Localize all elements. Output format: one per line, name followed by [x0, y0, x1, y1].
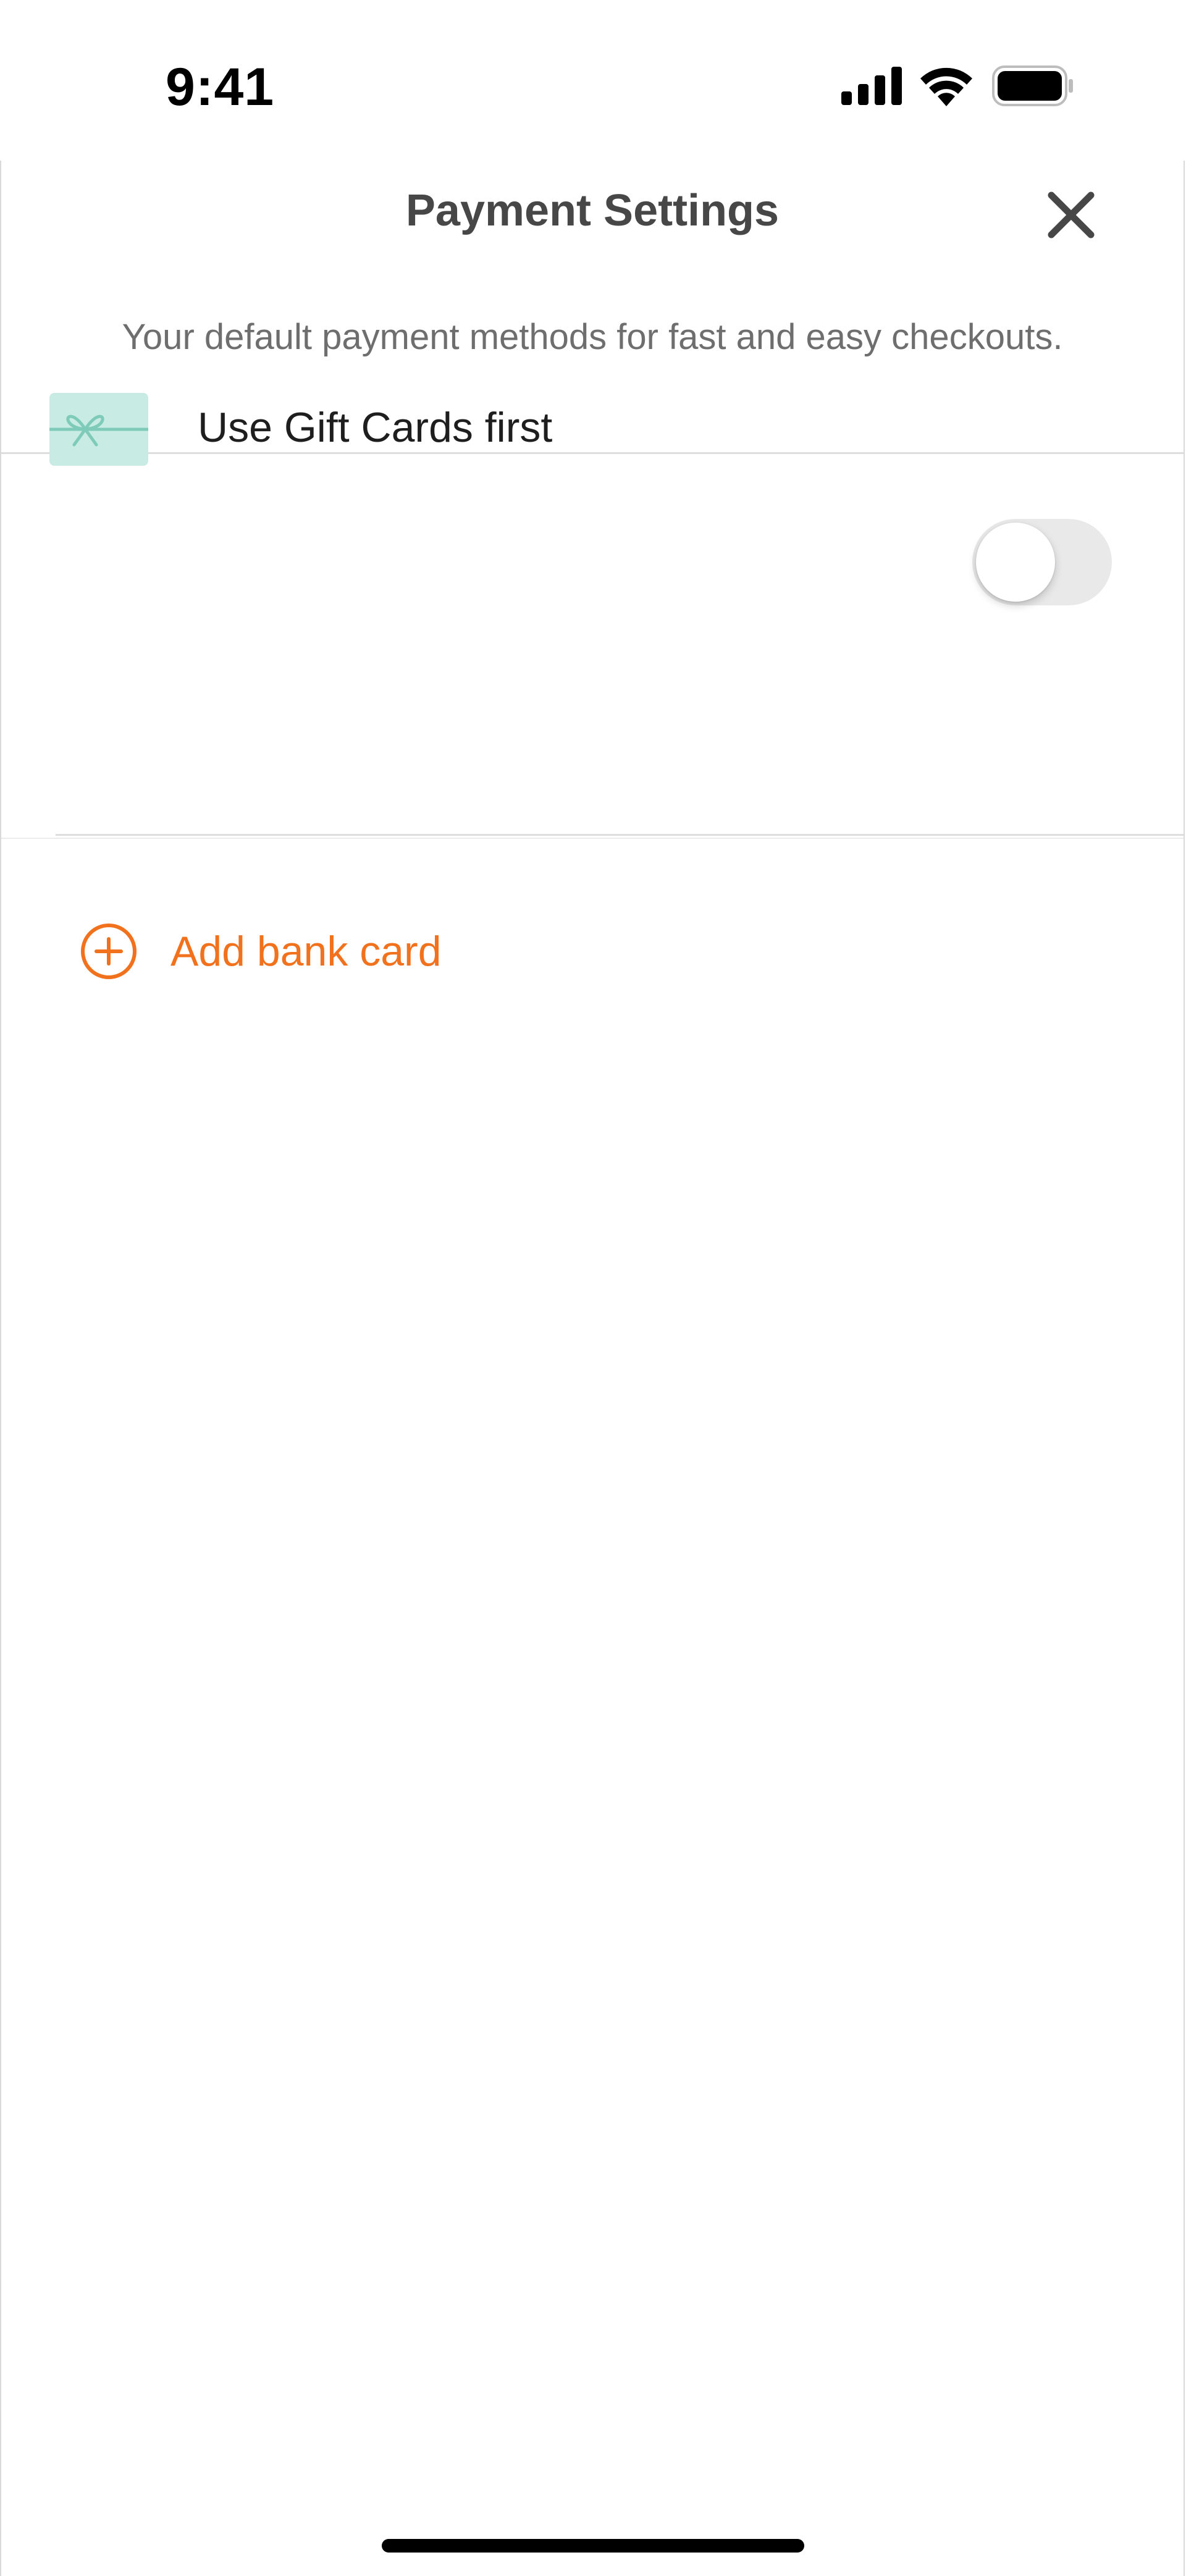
toggle-knob: [976, 523, 1055, 602]
add-bank-card-button[interactable]: Add bank card: [79, 920, 442, 982]
payment-settings-screen: 9:41 Payment Settings Your default payme…: [0, 0, 1186, 2576]
gift-cards-label: Use Gift Cards first: [198, 404, 553, 451]
home-indicator: [382, 2539, 804, 2553]
battery-icon: [992, 65, 1073, 106]
status-bar: 9:41: [0, 0, 1186, 161]
divider: [56, 834, 1184, 836]
gift-cards-row: Use Gift Cards first: [1, 161, 1184, 544]
wifi-icon: [920, 67, 972, 106]
signal-icon: [841, 67, 902, 105]
add-bank-card-label: Add bank card: [170, 928, 442, 975]
gift-cards-toggle[interactable]: [972, 519, 1112, 605]
divider: [1, 838, 1184, 839]
plus-circle-icon: [81, 924, 137, 979]
payment-settings-sheet: Payment Settings Your default payment me…: [0, 161, 1185, 2576]
status-time: 9:41: [166, 57, 275, 117]
gift-card-icon: [49, 393, 148, 466]
